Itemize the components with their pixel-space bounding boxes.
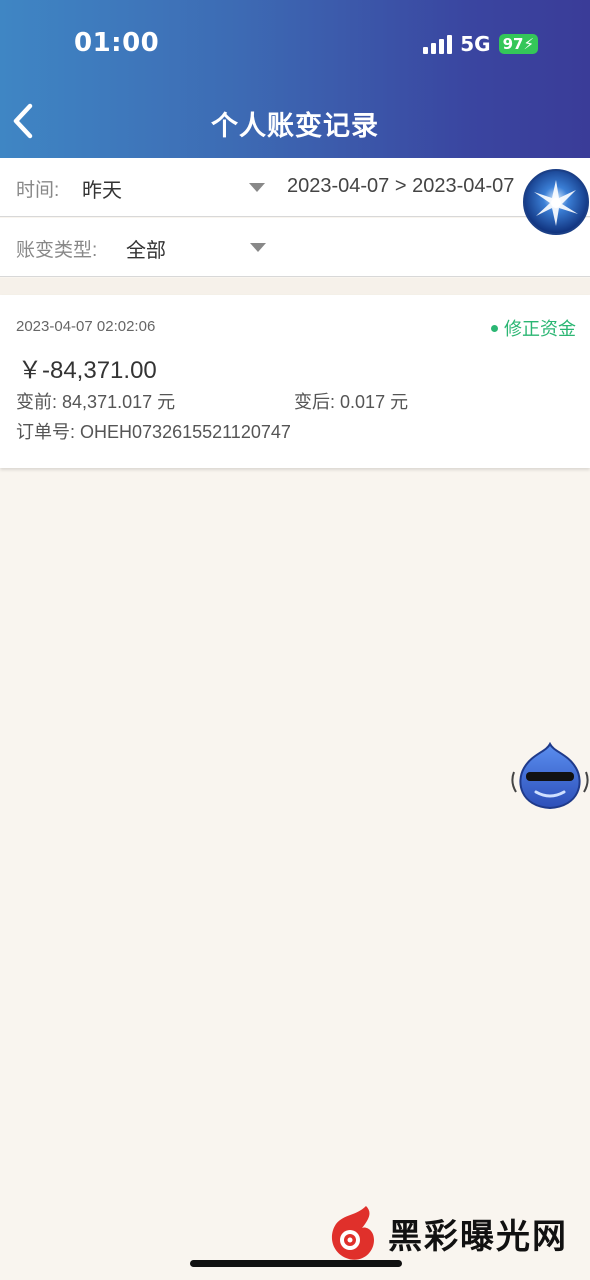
record-before: 变前: 84,371.017 元 — [16, 388, 175, 414]
time-filter-select[interactable]: 昨天 — [82, 174, 122, 203]
battery-level: 97 — [502, 35, 524, 53]
before-value: 84,371.017 元 — [62, 392, 176, 412]
battery-icon: 97⚡ — [498, 34, 538, 54]
order-value: OHEH0732615521120747 — [80, 422, 291, 442]
status-indicators: 5G 97⚡ — [423, 32, 538, 56]
network-type: 5G — [460, 32, 491, 56]
home-indicator[interactable] — [190, 1260, 402, 1267]
page-title: 个人账变记录 — [211, 111, 379, 141]
record-order: 订单号: OHEH0732615521120747 — [16, 418, 291, 444]
watermark-text: 黑彩曝光网 — [388, 1217, 568, 1256]
record-after: 变后: 0.017 元 — [294, 388, 408, 414]
type-filter-row: 账变类型: 全部 — [0, 218, 590, 277]
status-time: 01:00 — [74, 28, 160, 58]
floating-mascot-icon[interactable] — [510, 741, 590, 814]
dropdown-caret-icon[interactable] — [249, 183, 265, 192]
watermark: 黑彩曝光网 — [326, 1204, 568, 1262]
time-filter-row: 时间: 昨天 2023-04-07 > 2023-04-07 — [0, 158, 590, 217]
status-dot-icon — [491, 324, 498, 332]
signal-icon — [423, 34, 453, 54]
date-range-picker[interactable]: 2023-04-07 > 2023-04-07 — [287, 175, 537, 198]
record-status-text: 修正资金 — [504, 319, 576, 339]
after-value: 0.017 元 — [340, 392, 409, 412]
after-label: 变后: — [294, 392, 336, 412]
record-status-badge: 修正资金 — [491, 315, 576, 341]
type-filter-select[interactable]: 全部 — [126, 234, 166, 263]
time-filter-label: 时间: — [16, 180, 60, 201]
before-label: 变前: — [16, 392, 58, 412]
dropdown-caret-icon[interactable] — [250, 243, 266, 252]
list-spacer — [0, 278, 590, 295]
header-bar: 01:00 5G 97⚡ 个人账变记录 — [0, 0, 590, 158]
record-datetime: 2023-04-07 02:02:06 — [16, 318, 156, 335]
floating-orb-icon[interactable] — [522, 168, 590, 236]
watermark-logo-icon — [331, 1206, 374, 1260]
record-card[interactable]: 2023-04-07 02:02:06 修正资金 ￥-84,371.00 变前:… — [0, 295, 590, 468]
type-filter-label: 账变类型: — [16, 240, 98, 261]
order-label: 订单号: — [16, 422, 76, 442]
record-amount: ￥-84,371.00 — [18, 357, 157, 384]
